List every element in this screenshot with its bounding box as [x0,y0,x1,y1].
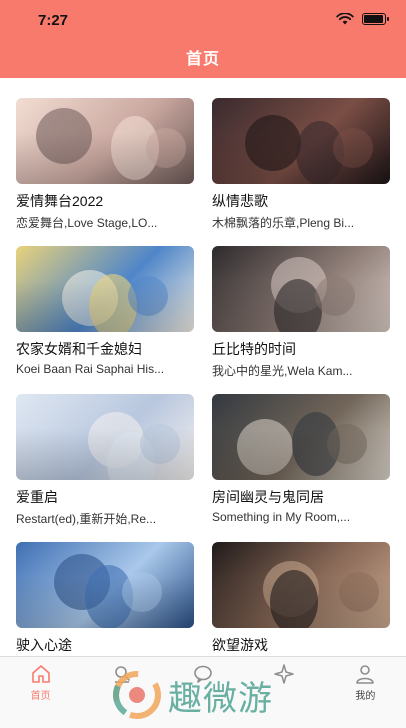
drama-grid: 爱情舞台2022 恋爱舞台,Love Stage,LO... 纵情悲歌木棉飘落的乐章… [16,98,390,662]
drama-aliases: 恋爱舞台,Love Stage,LO... [16,216,158,230]
drama-title: 驶入心途 [16,637,72,653]
drama-poster[interactable] [16,98,194,184]
drama-title: 丘比特的时间 [212,341,296,357]
drama-aliases: Koei Baan Rai Saphai His... [16,362,165,376]
drama-aliases: Something in My Room,... [212,510,351,524]
drama-aliases: 我心中的星光,Wela Kam... [212,364,353,378]
discover-icon [273,663,295,685]
drama-poster[interactable] [16,394,194,480]
list-icon [111,663,133,685]
status-bar: 7:27 [0,0,406,42]
content-scroll[interactable]: 爱情舞台2022 恋爱舞台,Love Stage,LO... 纵情悲歌木棉飘落的乐章… [0,78,406,662]
chat-icon [192,663,214,685]
tab-chat[interactable] [173,663,233,728]
drama-card[interactable]: 丘比特的时间我心中的星光,Wela Kam... [212,246,392,382]
status-icons [336,13,389,25]
drama-poster[interactable] [212,394,390,480]
drama-card[interactable]: 农家女婿和千金媳妇 Koei Baan Rai Saphai His... [16,246,196,382]
tab-label: 首页 [30,691,51,702]
page-title: 首页 [185,51,220,68]
drama-aliases: Restart(ed),重新开始,Re... [16,512,157,526]
user-icon [354,663,376,685]
drama-poster[interactable] [212,246,390,332]
tab-user[interactable]: 我的 [335,663,395,728]
drama-title: 房间幽灵与鬼同居 [212,489,324,505]
battery-icon [362,13,389,25]
drama-card[interactable]: 爱情舞台2022 恋爱舞台,Love Stage,LO... [16,98,196,234]
tab-home[interactable]: 首页 [11,663,71,728]
drama-poster[interactable] [212,542,390,628]
tab-label: 我的 [355,691,376,702]
drama-title: 爱重启 [16,489,58,505]
drama-title: 欲望游戏 [212,637,268,653]
status-time: 7:27 [38,12,69,29]
drama-card[interactable]: 驶入心途医路有你,魔约之爱,我的... [16,542,196,662]
wifi-icon [336,13,354,25]
home-icon [30,663,52,685]
drama-title: 纵情悲歌 [212,193,268,209]
drama-card[interactable]: 房间幽灵与鬼同居 Something in My Room,... [212,394,392,530]
drama-card[interactable]: 欲望游戏Game Prettana,致星游... [212,542,392,662]
drama-poster[interactable] [212,98,390,184]
drama-card[interactable]: 爱重启 Restart(ed),重新开始,Re... [16,394,196,530]
drama-title: 农家女婿和千金媳妇 [16,341,142,357]
tab-list[interactable] [92,663,152,728]
drama-poster[interactable] [16,246,194,332]
nav-bar: 首页 [0,42,406,78]
tab-discover[interactable] [254,663,314,728]
drama-aliases: 木棉飘落的乐章,Pleng Bi... [212,216,355,230]
drama-card[interactable]: 纵情悲歌木棉飘落的乐章,Pleng Bi... [212,98,392,234]
drama-title: 爱情舞台2022 [16,193,104,209]
tab-bar: 首页 我的 [0,656,406,728]
drama-poster[interactable] [16,542,194,628]
